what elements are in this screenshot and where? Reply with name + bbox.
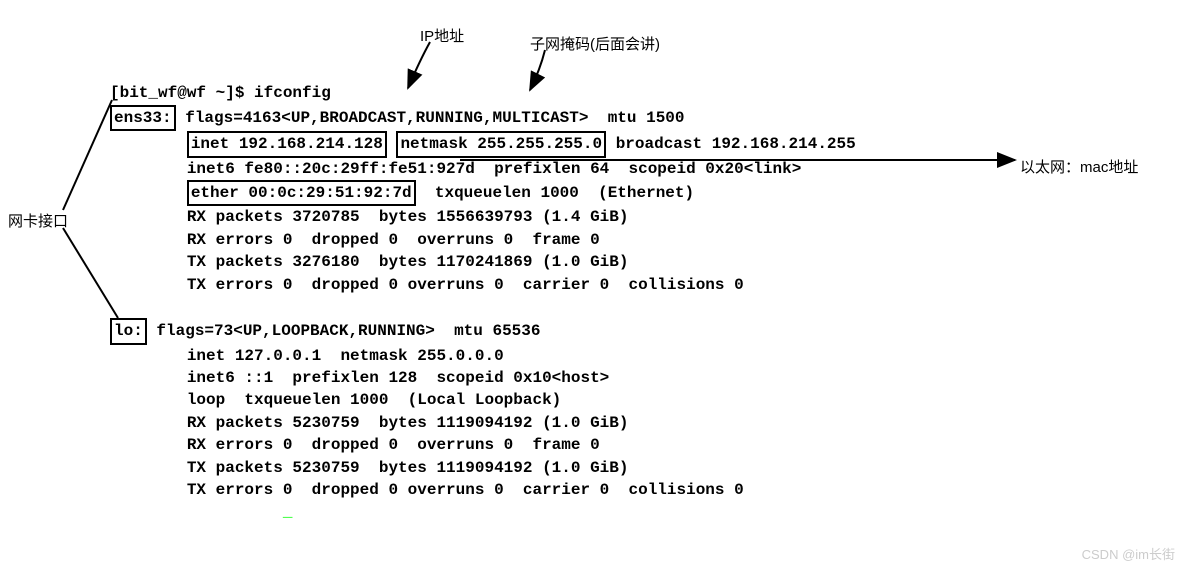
lo-loop-line: loop txqueuelen 1000 (Local Loopback) bbox=[187, 391, 561, 409]
inet6-line: inet6 fe80::20c:29ff:fe51:927d prefixlen… bbox=[187, 160, 802, 178]
ether-rest: txqueuelen 1000 (Ethernet) bbox=[416, 184, 694, 202]
lo-inet6-line: inet6 ::1 prefixlen 128 scopeid 0x10<hos… bbox=[187, 369, 609, 387]
cursor-icon: _ bbox=[283, 503, 293, 521]
broadcast-text: broadcast 192.168.214.255 bbox=[606, 135, 856, 153]
netmask-box: netmask 255.255.255.0 bbox=[396, 131, 606, 157]
ens33-flags: flags=4163<UP,BROADCAST,RUNNING,MULTICAS… bbox=[185, 109, 684, 127]
lo-flags: flags=73<UP,LOOPBACK,RUNNING> mtu 65536 bbox=[147, 322, 541, 340]
rx-errors-line: RX errors 0 dropped 0 overruns 0 frame 0 bbox=[187, 231, 600, 249]
watermark-text: CSDN @im长街 bbox=[1082, 544, 1175, 563]
tx-errors-line: TX errors 0 dropped 0 overruns 0 carrier… bbox=[187, 276, 744, 294]
ens33-name-box: ens33: bbox=[110, 105, 176, 131]
terminal-output: [bit_wf@wf ~]$ ifconfig ens33: flags=416… bbox=[110, 60, 856, 524]
ethernet-mac-label: 以太网：mac地址 bbox=[1020, 156, 1138, 177]
inet-box: inet 192.168.214.128 bbox=[187, 131, 387, 157]
nic-interface-label: 网卡接口 bbox=[8, 210, 68, 231]
ip-address-label: IP地址 bbox=[420, 25, 464, 46]
lo-rx-packets-line: RX packets 5230759 bytes 1119094192 (1.0… bbox=[187, 414, 629, 432]
lo-name-box: lo: bbox=[110, 318, 147, 344]
ether-box: ether 00:0c:29:51:92:7d bbox=[187, 180, 416, 206]
subnet-mask-label: 子网掩码(后面会讲) bbox=[530, 33, 660, 54]
lo-tx-packets-line: TX packets 5230759 bytes 1119094192 (1.0… bbox=[187, 459, 629, 477]
tx-packets-line: TX packets 3276180 bytes 1170241869 (1.0… bbox=[187, 253, 629, 271]
rx-packets-line: RX packets 3720785 bytes 1556639793 (1.4… bbox=[187, 208, 629, 226]
lo-inet-line: inet 127.0.0.1 netmask 255.0.0.0 bbox=[187, 347, 504, 365]
prompt-line: [bit_wf@wf ~]$ ifconfig bbox=[110, 84, 331, 102]
lo-tx-errors-line: TX errors 0 dropped 0 overruns 0 carrier… bbox=[187, 481, 744, 499]
lo-rx-errors-line: RX errors 0 dropped 0 overruns 0 frame 0 bbox=[187, 436, 600, 454]
